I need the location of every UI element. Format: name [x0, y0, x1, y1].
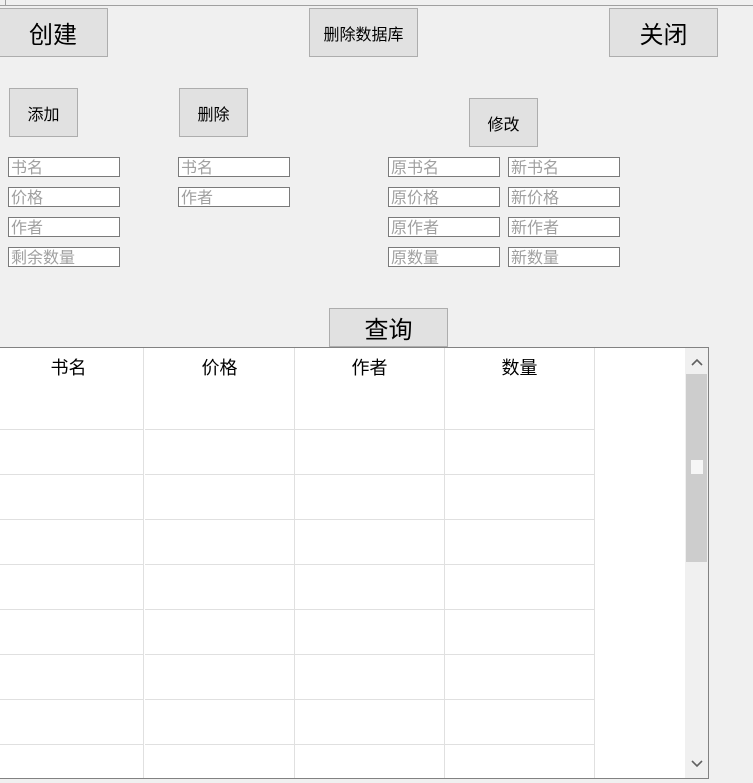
column-header[interactable]: 书名 [0, 348, 144, 385]
table-cell[interactable] [295, 745, 445, 778]
delete-book-name-input[interactable] [178, 157, 290, 177]
close-button[interactable]: 关闭 [609, 8, 718, 57]
column-header[interactable]: 作者 [295, 348, 445, 385]
old-quantity-input[interactable] [388, 247, 500, 267]
table-cell[interactable] [295, 520, 445, 565]
table-cell[interactable] [0, 385, 144, 430]
table-cell[interactable] [445, 520, 595, 565]
table-cell[interactable] [445, 655, 595, 700]
table-cell[interactable] [0, 610, 144, 655]
scrollbar-thumb[interactable] [686, 374, 707, 562]
table-cell[interactable] [145, 610, 295, 655]
chevron-down-icon[interactable] [685, 752, 708, 776]
table-cell[interactable] [295, 430, 445, 475]
table-cell[interactable] [295, 610, 445, 655]
table-cell[interactable] [445, 430, 595, 475]
table-cell[interactable] [145, 700, 295, 745]
table-cell[interactable] [145, 475, 295, 520]
create-button[interactable]: 创建 [0, 8, 108, 57]
modify-button[interactable]: 修改 [469, 98, 538, 147]
table-cell[interactable] [295, 700, 445, 745]
new-quantity-input[interactable] [508, 247, 620, 267]
chevron-up-icon[interactable] [685, 350, 708, 374]
column-header[interactable]: 数量 [445, 348, 595, 385]
column-header[interactable]: 价格 [145, 348, 295, 385]
window-top-border [0, 5, 753, 6]
table-cell[interactable] [0, 475, 144, 520]
new-book-name-input[interactable] [508, 157, 620, 177]
table-cell[interactable] [445, 385, 595, 430]
table-cell[interactable] [0, 520, 144, 565]
vertical-scrollbar[interactable] [685, 348, 708, 778]
table-cell[interactable] [445, 745, 595, 778]
table-cell[interactable] [445, 700, 595, 745]
table-cell[interactable] [145, 655, 295, 700]
results-table[interactable]: 书名 价格 作者 数量 [0, 347, 709, 779]
new-author-input[interactable] [508, 217, 620, 237]
table-cell[interactable] [145, 745, 295, 778]
table-cell[interactable] [0, 655, 144, 700]
table-cell[interactable] [145, 565, 295, 610]
delete-database-button[interactable]: 删除数据库 [309, 8, 418, 57]
table-cell[interactable] [445, 565, 595, 610]
add-book-name-input[interactable] [8, 157, 120, 177]
table-cell[interactable] [145, 430, 295, 475]
scrollbar-grip [691, 460, 703, 474]
table-cell[interactable] [0, 700, 144, 745]
new-price-input[interactable] [508, 187, 620, 207]
table-cell[interactable] [445, 475, 595, 520]
table-cell[interactable] [145, 385, 295, 430]
add-quantity-input[interactable] [8, 247, 120, 267]
query-button[interactable]: 查询 [329, 308, 448, 347]
old-author-input[interactable] [388, 217, 500, 237]
table-cell[interactable] [295, 565, 445, 610]
table-cell[interactable] [0, 565, 144, 610]
table-cell[interactable] [295, 475, 445, 520]
delete-author-input[interactable] [178, 187, 290, 207]
table-cell[interactable] [295, 385, 445, 430]
add-price-input[interactable] [8, 187, 120, 207]
table-cell[interactable] [145, 520, 295, 565]
add-author-input[interactable] [8, 217, 120, 237]
old-price-input[interactable] [388, 187, 500, 207]
add-button[interactable]: 添加 [9, 88, 78, 137]
table-cell[interactable] [445, 610, 595, 655]
table-cell[interactable] [0, 745, 144, 778]
delete-button[interactable]: 删除 [179, 88, 248, 137]
table-body: 书名 价格 作者 数量 [0, 348, 685, 778]
table-cell[interactable] [295, 655, 445, 700]
table-cell[interactable] [0, 430, 144, 475]
old-book-name-input[interactable] [388, 157, 500, 177]
